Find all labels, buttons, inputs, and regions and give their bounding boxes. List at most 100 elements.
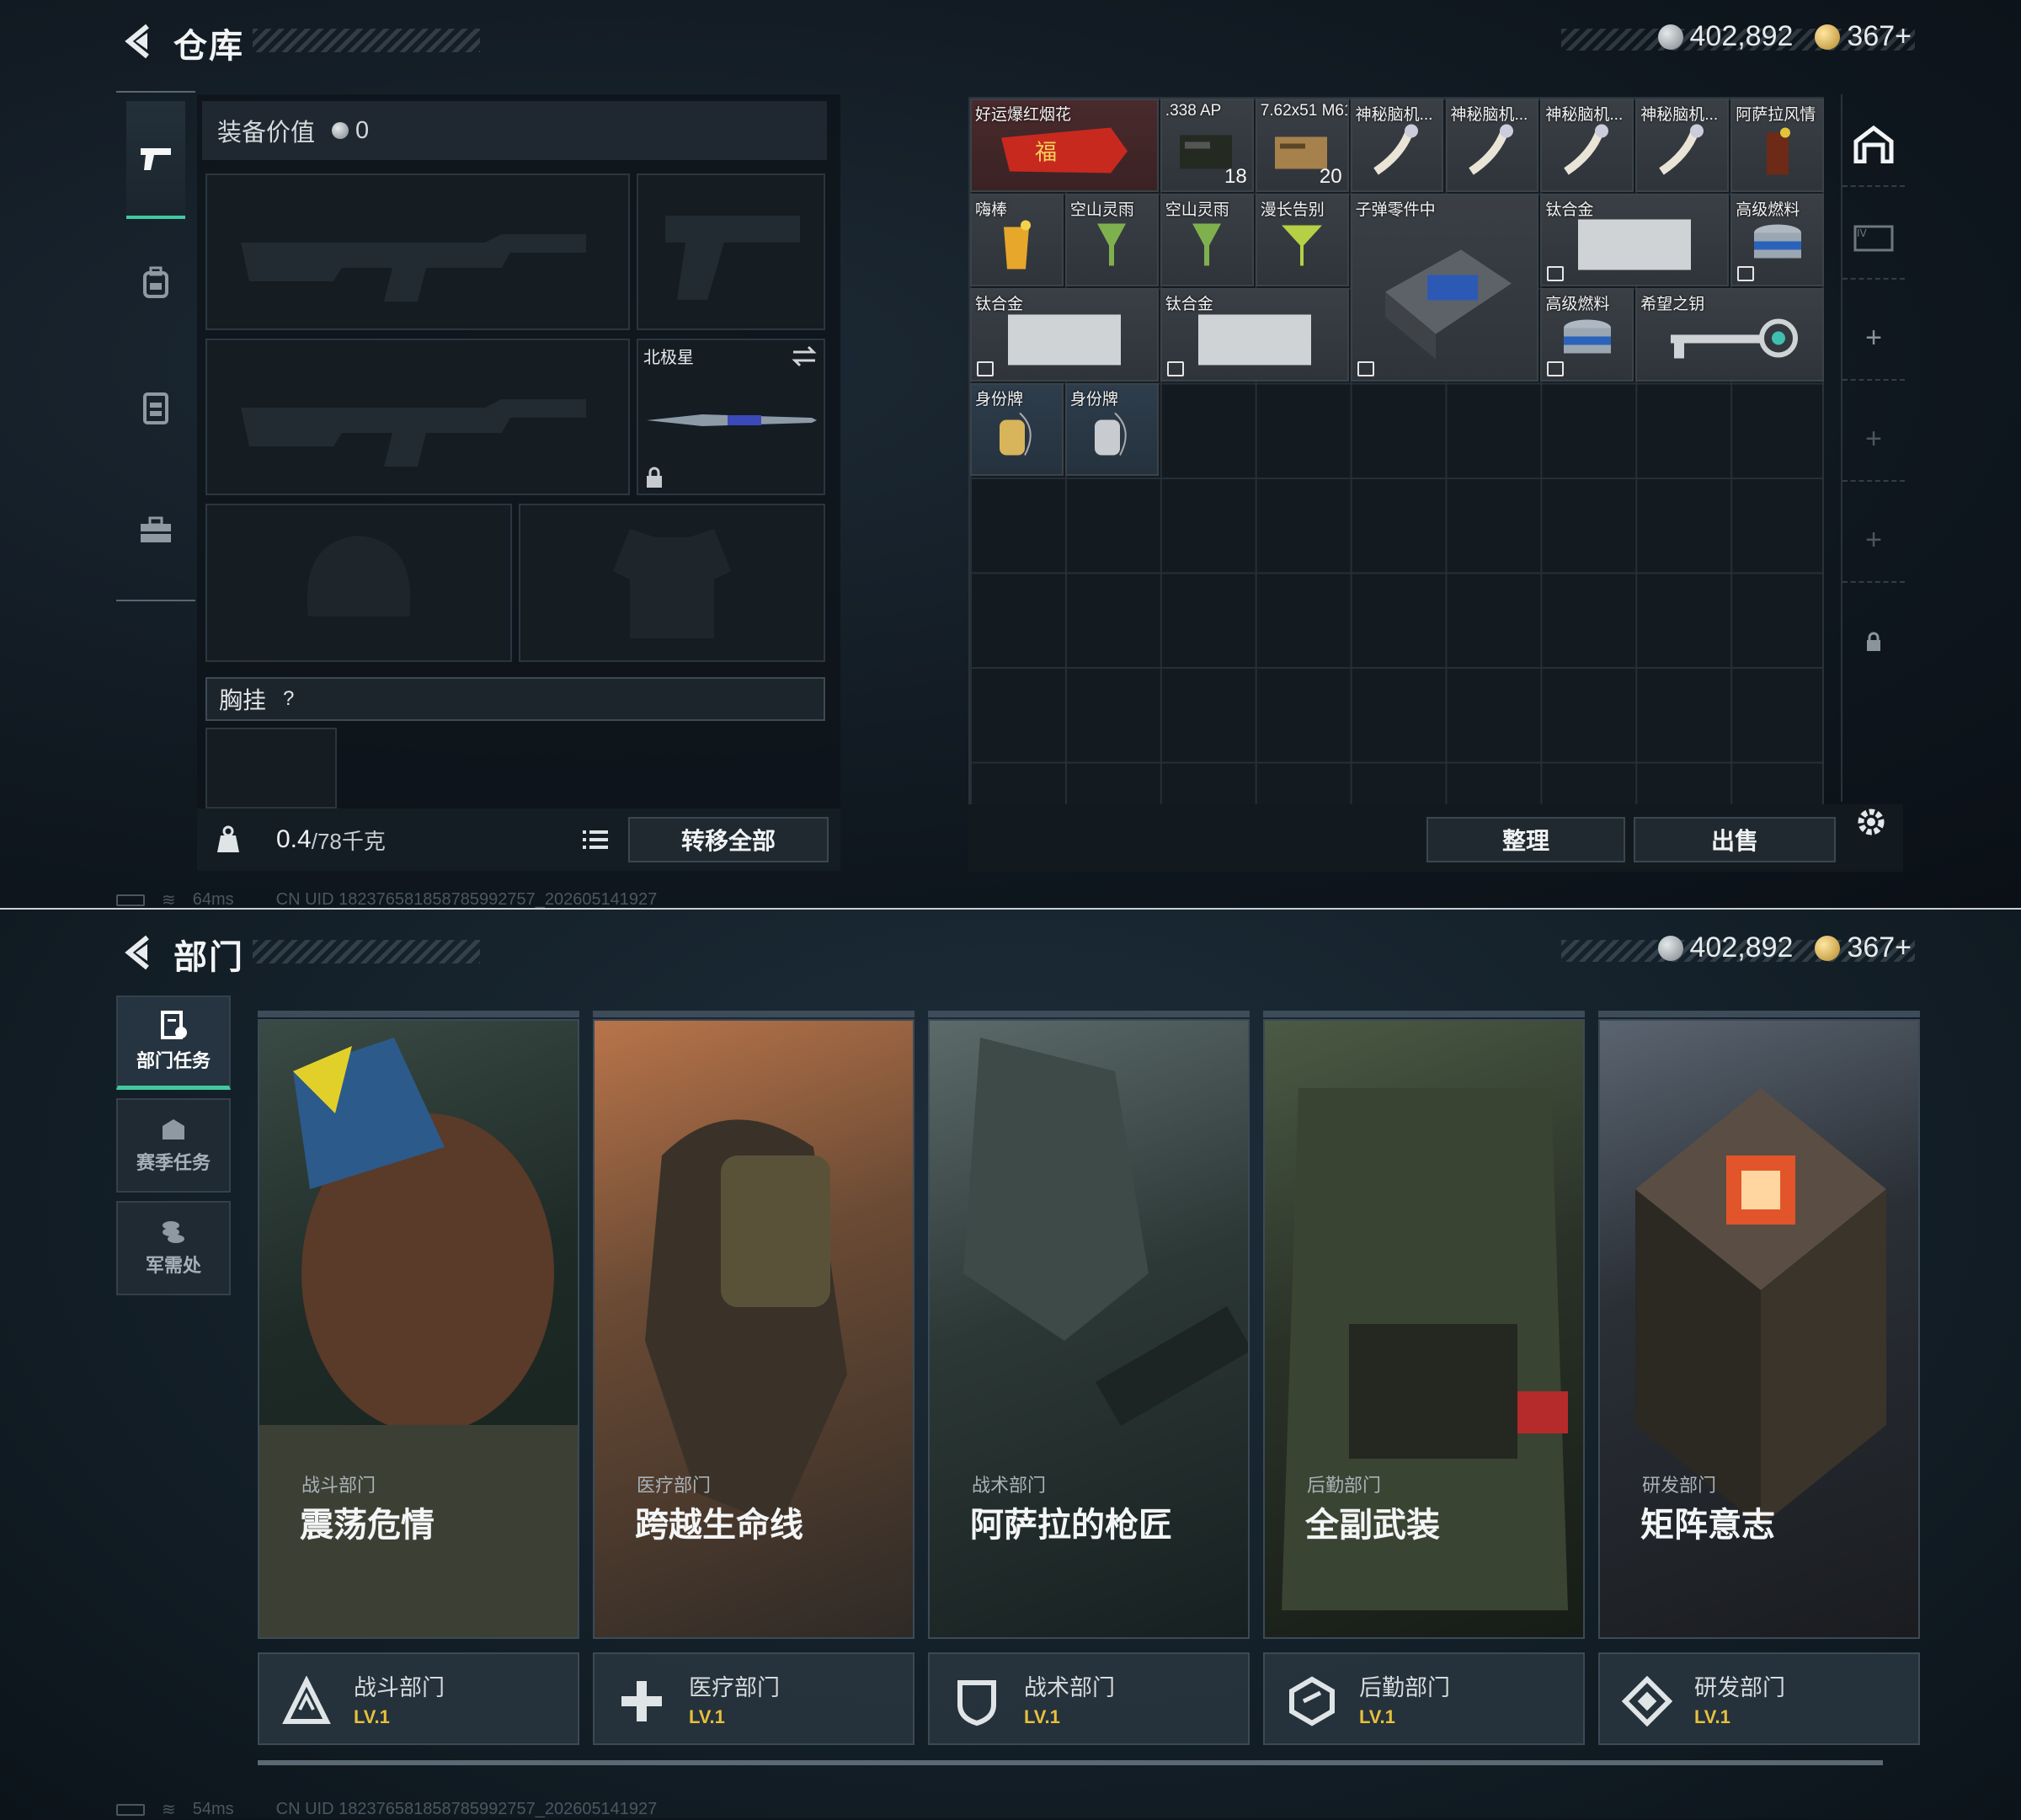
- inventory-item[interactable]: 身份牌: [1064, 382, 1159, 476]
- department-footer[interactable]: 战术部门 LV.1: [928, 1652, 1250, 1745]
- item-image: [991, 405, 1042, 468]
- department-footer[interactable]: 研发部门 LV.1: [1598, 1652, 1920, 1745]
- inventory-item[interactable]: 福 好运爆红烟花: [970, 99, 1159, 192]
- inventory-item[interactable]: .338 AP 18: [1160, 99, 1254, 192]
- inventory-item[interactable]: 神秘脑机...: [1540, 99, 1634, 192]
- inventory-item[interactable]: 阿萨拉风情: [1730, 99, 1825, 192]
- inventory-item[interactable]: 希望之钥: [1635, 288, 1825, 382]
- helmet-silhouette-icon: [307, 536, 411, 616]
- inventory-item[interactable]: 钛合金: [1160, 288, 1349, 382]
- department-sidebar: 部门任务 赛季任务 军需处: [116, 995, 232, 1304]
- item-image: [1186, 216, 1228, 279]
- list-icon[interactable]: [583, 829, 608, 851]
- inventory-item[interactable]: 空山灵雨: [1160, 193, 1254, 286]
- item-name: 神秘脑机...: [1450, 106, 1528, 124]
- department-footer[interactable]: 医疗部门 LV.1: [593, 1652, 915, 1745]
- inventory-item[interactable]: 高级燃料: [1540, 288, 1634, 382]
- cards-scrollbar-thumb[interactable]: [258, 1760, 1883, 1765]
- storage-tab-main[interactable]: [1842, 103, 1905, 187]
- card-top-strip: [258, 1011, 579, 1017]
- knife-slot[interactable]: 北极星: [637, 339, 825, 495]
- inventory-item[interactable]: 子弹零件中: [1350, 193, 1539, 382]
- item-name: 身份牌: [975, 390, 1024, 408]
- inventory-item[interactable]: 7.62x51 M61 20: [1255, 99, 1349, 192]
- tab-label: 军需处: [145, 1255, 201, 1276]
- department-name: 战术部门: [1024, 1675, 1115, 1700]
- armor-silhouette-icon: [613, 529, 731, 638]
- settings-gear-icon[interactable]: [1853, 803, 1890, 841]
- uid-text: CN UID 18237658185878599275­7_2026051419…: [275, 890, 658, 908]
- untradeable-icon: [977, 360, 994, 376]
- inventory-item[interactable]: 高级燃料: [1730, 193, 1825, 286]
- armor-slot[interactable]: [519, 504, 825, 662]
- organize-button[interactable]: 整理: [1426, 817, 1625, 862]
- page-title: 部门: [173, 939, 244, 976]
- transfer-all-button[interactable]: 转移全部: [628, 817, 829, 862]
- add-storage-plus-icon[interactable]: +: [1842, 398, 1905, 482]
- primary-weapon-slot[interactable]: [205, 173, 630, 330]
- inventory-item[interactable]: 漫长告别: [1255, 193, 1349, 286]
- department-footer[interactable]: 后勤部门 LV.1: [1263, 1652, 1585, 1745]
- tab-season-tasks[interactable]: 赛季任务: [116, 1098, 231, 1193]
- rifle-silhouette-icon: [241, 399, 586, 467]
- tab-backpack[interactable]: [126, 224, 185, 342]
- item-name: .338 AP: [1165, 102, 1222, 120]
- department-card[interactable]: 战斗部门 震荡危情 战斗部门 LV.1: [258, 1011, 579, 1745]
- inventory-item[interactable]: 身份牌: [970, 382, 1064, 476]
- item-image: [1368, 120, 1426, 184]
- inventory-item[interactable]: 神秘脑机...: [1445, 99, 1539, 192]
- tab-label: 赛季任务: [136, 1152, 211, 1173]
- chest-rig-slot[interactable]: [205, 728, 337, 809]
- tab-vest[interactable]: [126, 349, 185, 467]
- department-card[interactable]: 后勤部门 全副武装 后勤部门 LV.1: [1263, 1011, 1585, 1745]
- tactical-dept-icon: [947, 1671, 1007, 1732]
- department-level: LV.1: [354, 1706, 390, 1727]
- add-storage-plus-icon[interactable]: +: [1842, 296, 1905, 381]
- wifi-icon: ≋: [162, 1801, 176, 1819]
- back-button[interactable]: [118, 931, 160, 974]
- mission-name: 矩阵意志: [1640, 1507, 1775, 1544]
- sidearm-slot[interactable]: [637, 173, 825, 330]
- item-name: 钛合金: [975, 296, 1024, 313]
- lock-icon: [1867, 632, 1880, 651]
- department-card[interactable]: 战术部门 阿萨拉的枪匠战术部门 LV.1: [928, 1011, 1250, 1745]
- status-bar: ≋ 64ms CN UID 18237658185878599275­7_202…: [116, 889, 657, 908]
- tab-department-tasks[interactable]: 部门任务: [116, 995, 231, 1090]
- locked-storage[interactable]: [1842, 600, 1905, 684]
- tab-weapons[interactable]: [126, 101, 185, 219]
- backpack-icon: [143, 266, 168, 298]
- department-name: 后勤部门: [1359, 1675, 1450, 1700]
- item-name: 嗨棒: [975, 200, 1008, 219]
- department-footer[interactable]: 战斗部门 LV.1: [258, 1652, 579, 1745]
- sell-button[interactable]: 出售: [1634, 817, 1836, 862]
- mission-department: 战斗部门: [301, 1475, 376, 1496]
- back-button[interactable]: [118, 20, 160, 62]
- helmet-slot[interactable]: [205, 504, 512, 662]
- inventory-item[interactable]: 神秘脑机...: [1635, 99, 1730, 192]
- swap-icon[interactable]: [792, 345, 817, 367]
- item-name: 空山灵雨: [1165, 200, 1229, 219]
- help-icon[interactable]: ?: [283, 687, 294, 711]
- secondary-weapon-slot[interactable]: [205, 339, 630, 495]
- tab-case[interactable]: [126, 472, 185, 590]
- mission-name: 阿萨拉的枪匠: [970, 1507, 1172, 1544]
- gold-amount[interactable]: 367+: [1847, 931, 1912, 964]
- silver-coin-icon: [1657, 935, 1683, 961]
- item-name: 阿萨拉风情: [1736, 106, 1816, 124]
- medical-dept-icon: [611, 1671, 672, 1732]
- storage-tab-extension[interactable]: IV: [1842, 195, 1905, 280]
- inventory-item[interactable]: 神秘脑机...: [1350, 99, 1444, 192]
- department-name: 战斗部门: [354, 1675, 445, 1700]
- inventory-item[interactable]: 钛合金: [1540, 193, 1730, 286]
- inventory-item[interactable]: 空山灵雨: [1064, 193, 1159, 286]
- inventory-item[interactable]: 嗨棒: [970, 193, 1064, 286]
- gold-amount[interactable]: 367+: [1847, 20, 1912, 53]
- tab-supply[interactable]: 军需处: [116, 1201, 231, 1295]
- title-decoration: [253, 940, 480, 963]
- inventory-item[interactable]: 钛合金: [970, 288, 1159, 382]
- department-card[interactable]: 研发部门 矩阵意志 研发部门 LV.1: [1598, 1011, 1920, 1745]
- add-storage-plus-icon[interactable]: +: [1842, 499, 1905, 583]
- department-card[interactable]: 医疗部门 跨越生命线 医疗部门 LV.1: [593, 1011, 915, 1745]
- department-name: 医疗部门: [689, 1675, 780, 1700]
- mission-name: 震荡危情: [300, 1507, 435, 1544]
